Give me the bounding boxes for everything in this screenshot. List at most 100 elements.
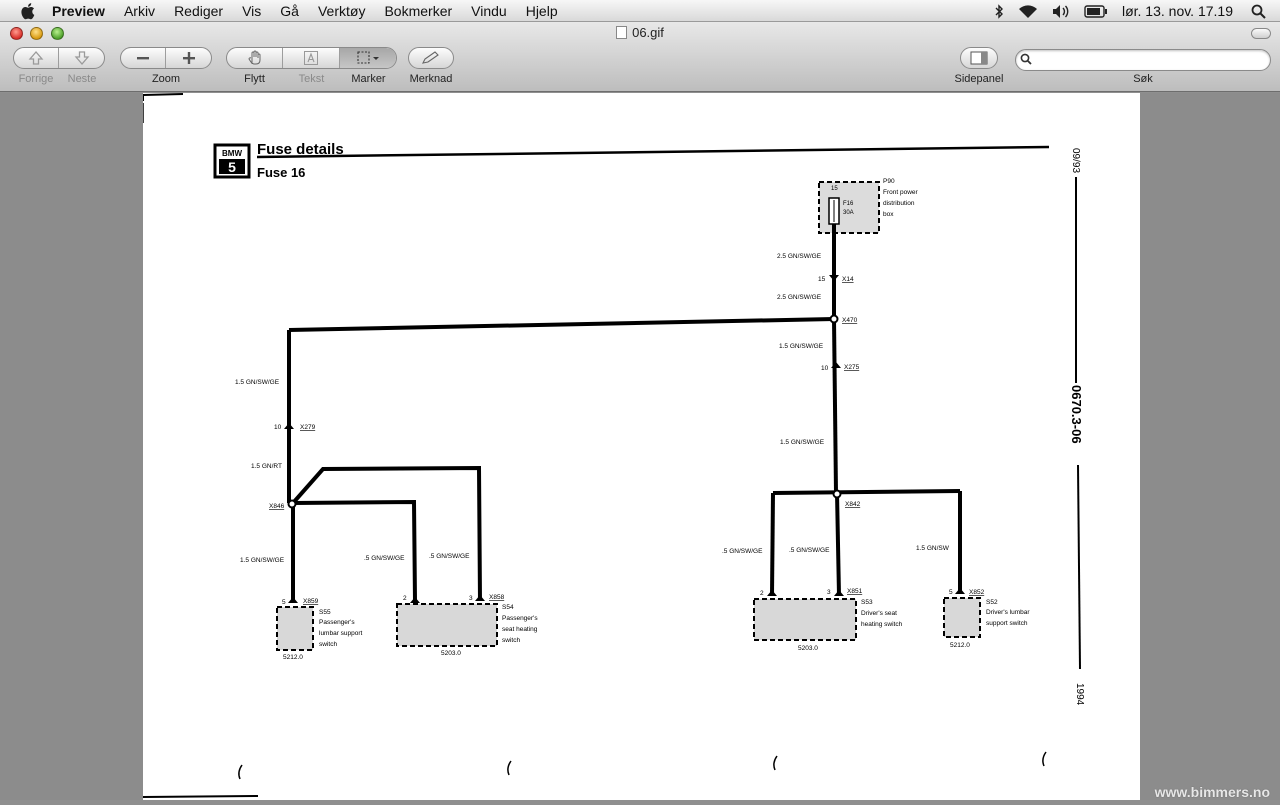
wifi-icon[interactable] (1018, 4, 1038, 19)
component-s52: S52 Driver's lumbar support switch 5212.… (943, 597, 1030, 649)
wire-labels: 2.5 GN/SW/GE 2.5 GN/SW/GE 1.5 GN/SW/GE 1… (235, 253, 950, 564)
connector-label: X852 (969, 589, 985, 596)
next-button[interactable] (59, 48, 104, 68)
arrow-up-icon (28, 51, 44, 65)
window-title-text: 06.gif (632, 25, 664, 40)
svg-text:lumbar support: lumbar support (319, 630, 363, 637)
menu-arkiv[interactable]: Arkiv (124, 3, 155, 19)
svg-text:Passenger's: Passenger's (319, 619, 355, 626)
svg-text:5212.0: 5212.0 (283, 654, 303, 661)
menu-bar: Preview Arkiv Rediger Vis Gå Verktøy Bok… (0, 0, 1280, 22)
pin-label: 3 (827, 589, 831, 596)
fuse-box-id: P90 (883, 178, 895, 185)
zoom-group (120, 47, 212, 69)
pin-label: 3 (469, 595, 473, 602)
menu-ga[interactable]: Gå (280, 3, 299, 19)
wires (287, 224, 962, 603)
move-tool-button[interactable] (227, 48, 284, 68)
svg-text:5203.0: 5203.0 (798, 645, 818, 652)
svg-text:switch: switch (502, 637, 520, 644)
zoom-out-button[interactable] (121, 48, 167, 68)
wire-label: .5 GN/SW/GE (429, 553, 470, 560)
wire-label: .5 GN/SW/GE (722, 548, 763, 555)
sidebar-button[interactable] (961, 48, 997, 68)
svg-text:Driver's seat: Driver's seat (861, 610, 897, 617)
volume-icon[interactable] (1052, 4, 1070, 19)
wire-label: 1.5 GN/RT (251, 463, 282, 470)
menu-vindu[interactable]: Vindu (471, 3, 507, 19)
spotlight-icon[interactable] (1251, 4, 1266, 19)
document-view[interactable]: BMW 5 Fuse details Fuse 16 09/93 0670.3-… (0, 93, 1280, 800)
search-icon (1020, 53, 1032, 65)
sidebar-label: Sidepanel (954, 73, 1004, 85)
menu-app-name[interactable]: Preview (52, 3, 105, 19)
connector-label: X470 (842, 317, 858, 324)
side-date: 09/93 (1070, 148, 1081, 173)
connector-label: X851 (847, 588, 863, 595)
svg-text:support switch: support switch (986, 620, 1028, 627)
svg-text:5203.0: 5203.0 (441, 650, 461, 657)
text-tool-button[interactable] (283, 48, 340, 68)
svg-text:BMW: BMW (222, 149, 242, 158)
tool-mode-group (226, 47, 397, 69)
select-tool-button[interactable] (339, 48, 396, 68)
menubar-clock[interactable]: lør. 13. nov. 17.19 (1122, 3, 1233, 19)
svg-text:S52: S52 (986, 599, 998, 606)
pin-label: 5 (282, 599, 286, 606)
connector-label: X842 (845, 501, 861, 508)
minus-icon (137, 57, 149, 60)
fuse-box-desc-2: distribution (883, 200, 915, 207)
sidebar-group (960, 47, 998, 69)
annotate-button[interactable] (409, 48, 453, 68)
toggle-toolbar-button[interactable] (1251, 28, 1271, 39)
bmw-5-logo: BMW 5 (213, 143, 251, 179)
menu-hjelp[interactable]: Hjelp (526, 3, 558, 19)
zoom-label: Zoom (151, 73, 181, 85)
connector-label: X275 (844, 364, 860, 371)
menu-bokmerker[interactable]: Bokmerker (384, 3, 452, 19)
navigation-group (13, 47, 105, 69)
document-icon (616, 26, 628, 39)
component-s53: S53 Driver's seat heating switch 5203.0 (753, 598, 903, 652)
svg-text:switch: switch (319, 641, 337, 648)
menu-vis[interactable]: Vis (242, 3, 261, 19)
document-page: BMW 5 Fuse details Fuse 16 09/93 0670.3-… (142, 93, 1140, 800)
component-s54: S54 Passenger's seat heating switch 5203… (396, 603, 538, 657)
wire-label: 1.5 GN/SW (916, 545, 950, 552)
menu-verktoy[interactable]: Verktøy (318, 3, 365, 19)
search-input[interactable] (1015, 49, 1271, 71)
pin-label: 5 (949, 589, 953, 596)
svg-text:seat heating: seat heating (502, 626, 538, 633)
apple-menu-icon[interactable] (20, 2, 38, 20)
bluetooth-icon[interactable] (994, 3, 1004, 19)
pin-label: 10 (274, 424, 282, 431)
menu-rediger[interactable]: Rediger (174, 3, 223, 19)
side-year: 1994 (1074, 683, 1085, 706)
move-tool-label: Flytt (244, 73, 265, 85)
pin-label: 10 (821, 365, 829, 372)
pin-label: 2 (760, 590, 764, 597)
connector-label: X859 (303, 598, 319, 605)
window-title: 06.gif (0, 25, 1280, 40)
wire-label: 2.5 GN/SW/GE (777, 294, 822, 301)
pencil-icon (422, 51, 439, 64)
hand-icon (248, 50, 261, 65)
connector-label: X279 (300, 424, 316, 431)
connector-label: X858 (489, 594, 505, 601)
connector-label: X846 (269, 503, 285, 510)
wire-label: .5 GN/SW/GE (364, 555, 405, 562)
svg-text:S53: S53 (861, 599, 873, 606)
zoom-in-button[interactable] (166, 48, 211, 68)
fuse-id: F16 (843, 201, 854, 207)
text-select-icon (304, 51, 319, 65)
svg-text:Passenger's: Passenger's (502, 615, 538, 622)
fuse-box-desc-3: box (883, 211, 894, 218)
battery-icon[interactable] (1084, 4, 1108, 18)
previous-button[interactable] (14, 48, 60, 68)
wire-label: 2.5 GN/SW/GE (777, 253, 822, 260)
select-tool-label: Marker (351, 73, 386, 85)
text-tool-label: Tekst (298, 73, 325, 85)
next-label: Neste (67, 73, 97, 85)
marquee-select-icon (357, 51, 379, 64)
watermark: www.bimmers.no (1154, 784, 1270, 800)
